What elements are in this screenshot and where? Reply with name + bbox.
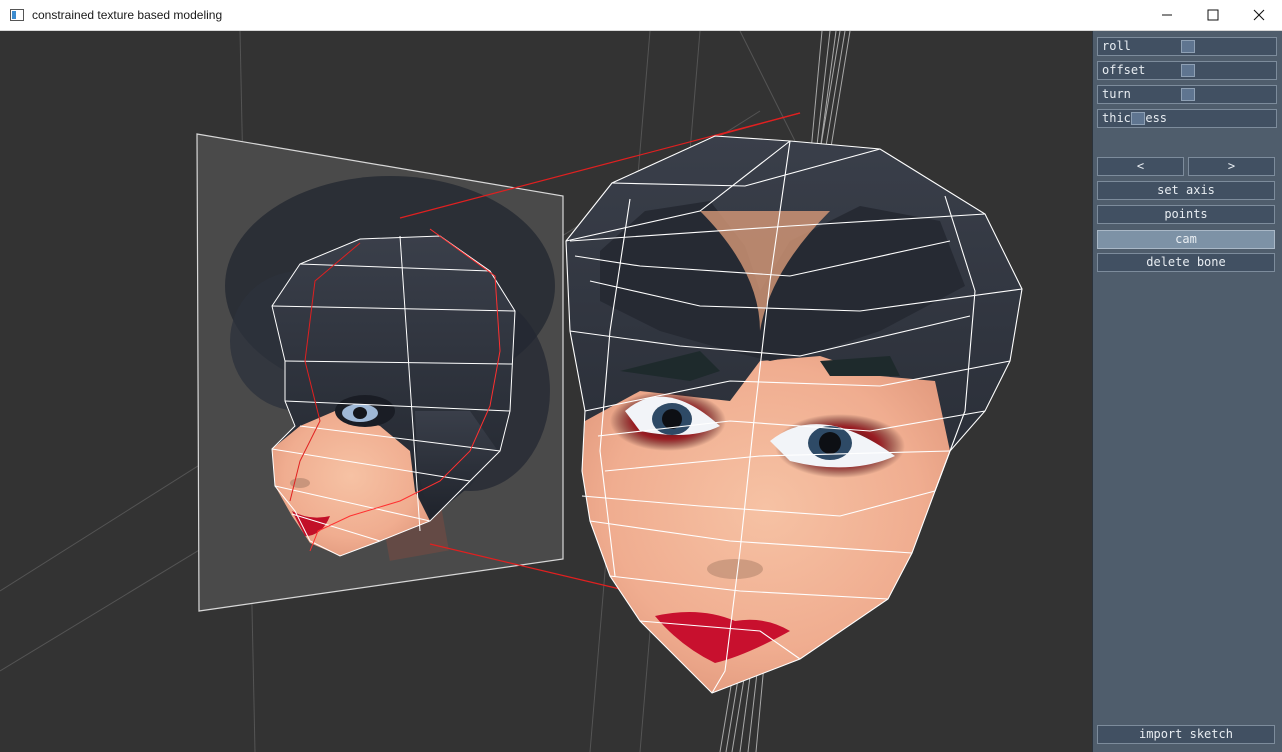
cam-button[interactable]: cam — [1097, 230, 1275, 249]
window-title: constrained texture based modeling — [32, 8, 223, 22]
thickness-slider-handle[interactable] — [1131, 112, 1145, 125]
3d-viewport[interactable] — [0, 31, 1092, 752]
control-panel: roll offset turn thickness < > set axis … — [1092, 31, 1282, 752]
thickness-slider[interactable]: thickness — [1097, 109, 1277, 128]
points-button[interactable]: points — [1097, 205, 1275, 224]
close-icon — [1253, 9, 1265, 21]
roll-slider-handle[interactable] — [1181, 40, 1195, 53]
offset-slider-handle[interactable] — [1181, 64, 1195, 77]
roll-slider[interactable]: roll — [1097, 37, 1277, 56]
viewport-canvas[interactable] — [0, 31, 1092, 752]
turn-slider-label: turn — [1102, 87, 1131, 101]
maximize-icon — [1207, 9, 1219, 21]
minimize-button[interactable] — [1144, 0, 1190, 30]
roll-slider-label: roll — [1102, 39, 1131, 53]
prev-button[interactable]: < — [1097, 157, 1184, 176]
turn-slider[interactable]: turn — [1097, 85, 1277, 104]
maximize-button[interactable] — [1190, 0, 1236, 30]
delete-bone-button[interactable]: delete bone — [1097, 253, 1275, 272]
set-axis-button[interactable]: set axis — [1097, 181, 1275, 200]
title-bar: constrained texture based modeling — [0, 0, 1282, 31]
offset-slider[interactable]: offset — [1097, 61, 1277, 80]
next-button[interactable]: > — [1188, 157, 1275, 176]
close-button[interactable] — [1236, 0, 1282, 30]
app-icon — [10, 9, 24, 21]
main-head-model[interactable] — [565, 135, 1023, 694]
import-sketch-button[interactable]: import sketch — [1097, 725, 1275, 744]
turn-slider-handle[interactable] — [1181, 88, 1195, 101]
minimize-icon — [1162, 14, 1172, 16]
offset-slider-label: offset — [1102, 63, 1146, 77]
